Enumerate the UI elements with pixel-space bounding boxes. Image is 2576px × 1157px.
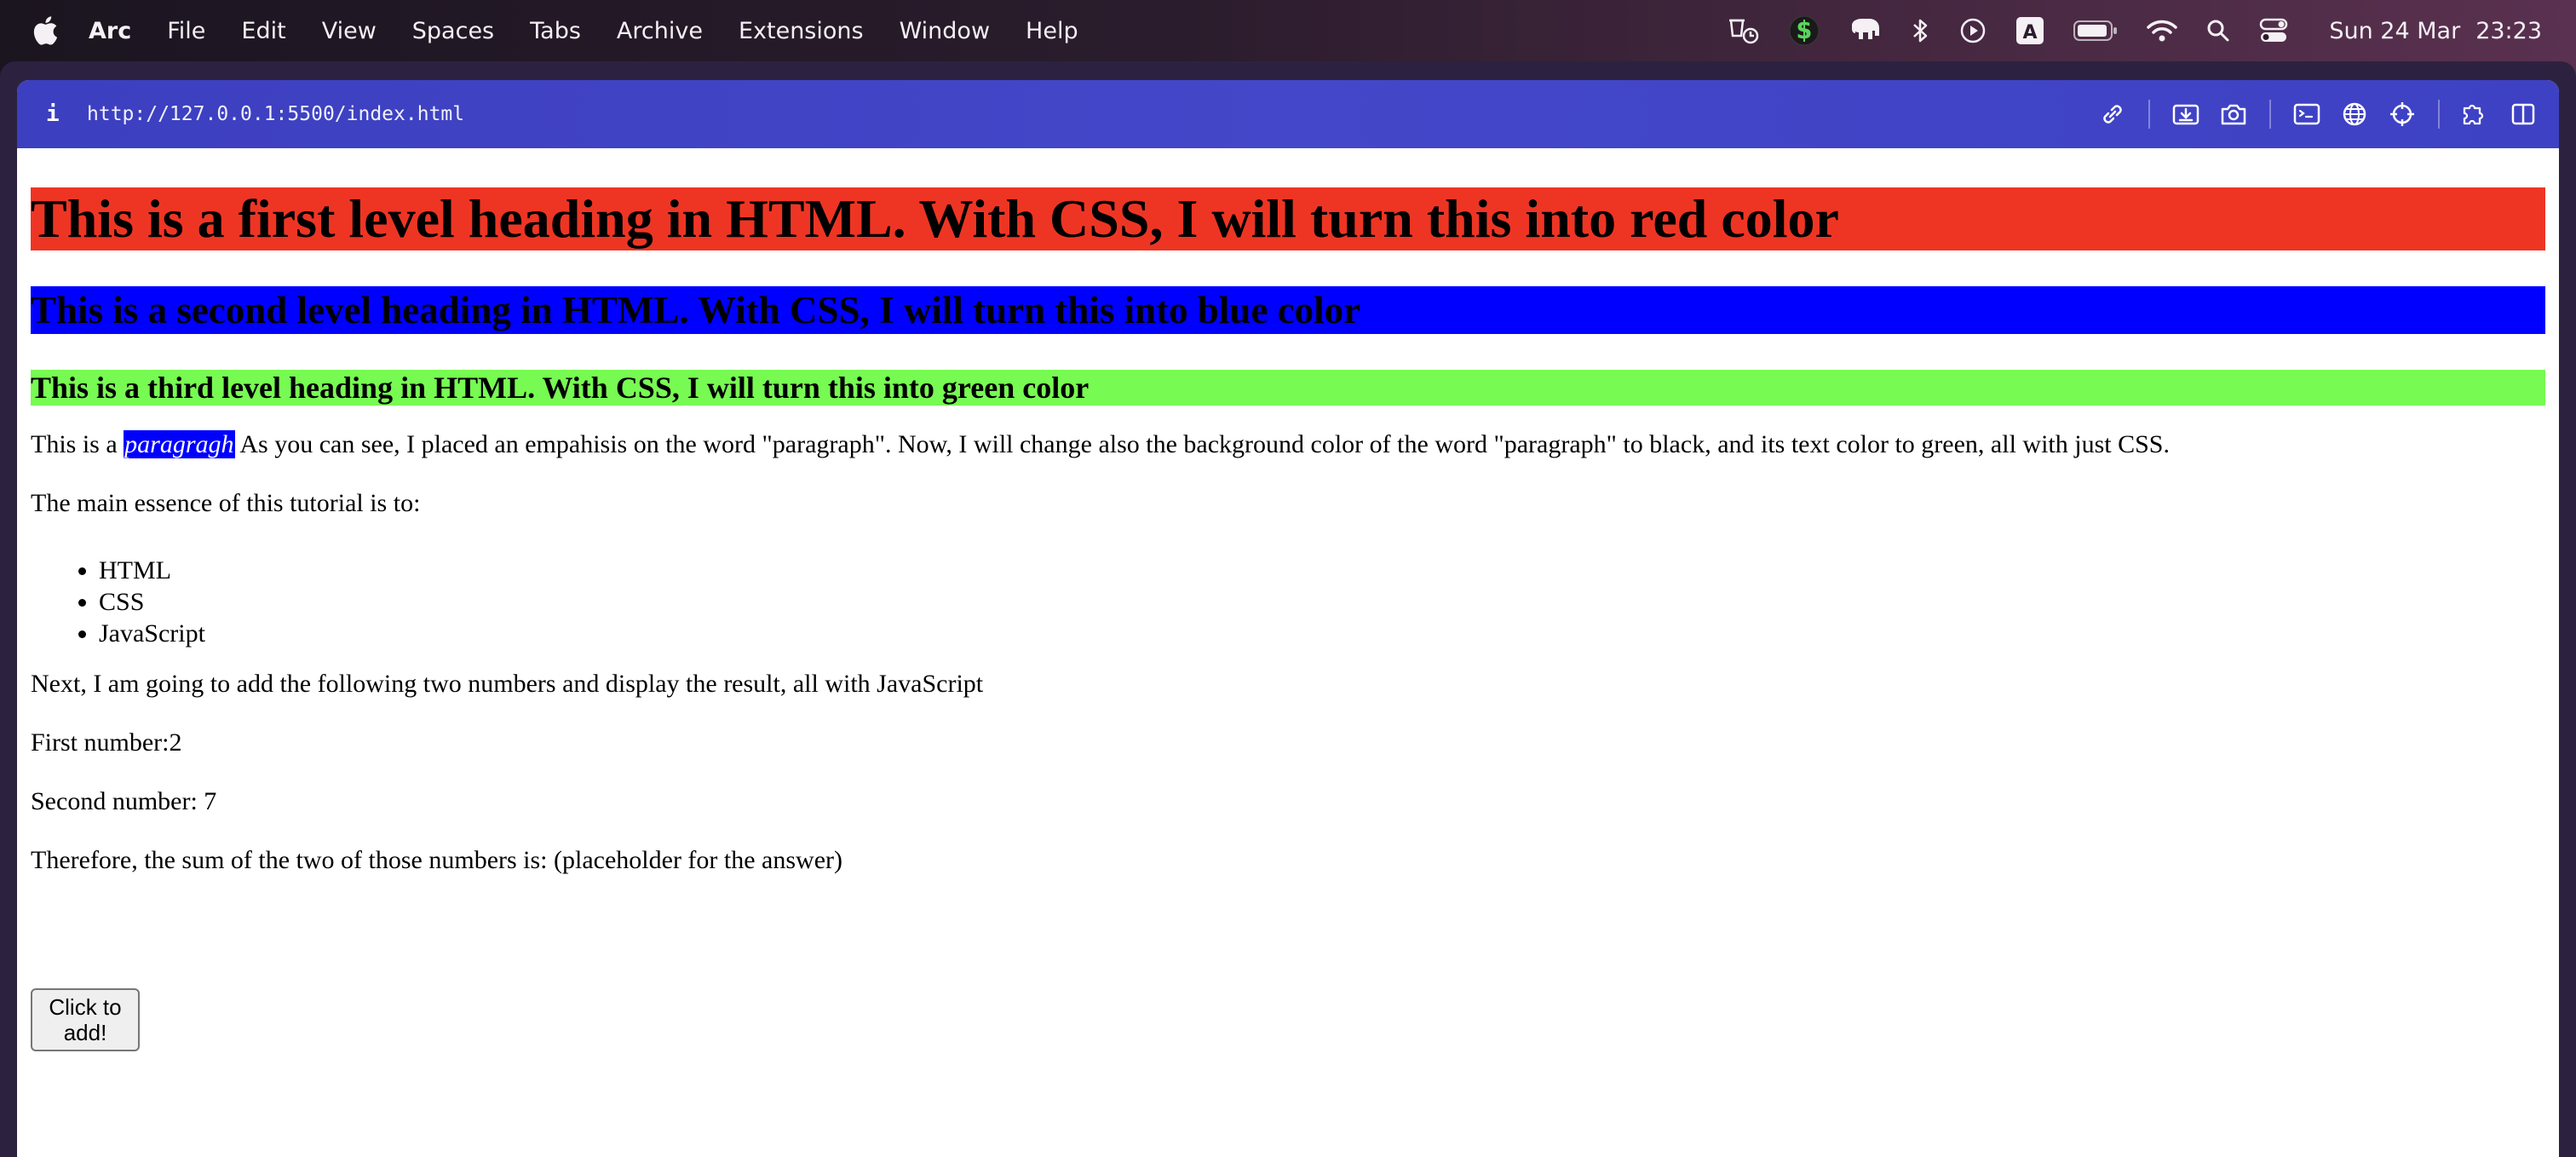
menu-file[interactable]: File <box>167 18 205 44</box>
toolbar-divider <box>2269 100 2271 129</box>
bluetooth-icon[interactable] <box>1912 17 1930 44</box>
toolbar-tools <box>2080 80 2539 148</box>
list-item: CSS <box>99 586 205 618</box>
next-paragraph: Next, I am going to add the following tw… <box>31 670 984 698</box>
menu-bar-clock[interactable]: Sun 24 Mar 23:23 <box>2314 18 2542 44</box>
play-icon[interactable] <box>1959 17 1987 44</box>
input-source-icon[interactable]: A <box>2015 16 2044 45</box>
battery-icon[interactable] <box>2073 20 2118 42</box>
elephant-icon[interactable] <box>1849 17 1883 44</box>
menu-window[interactable]: Window <box>900 18 990 44</box>
search-icon[interactable] <box>2206 19 2230 43</box>
menu-view[interactable]: View <box>322 18 377 44</box>
apple-icon[interactable] <box>32 16 63 45</box>
emphasized-word: paragragh <box>124 430 235 458</box>
download-icon[interactable] <box>2171 99 2201 130</box>
page-content: This is a first level heading in HTML. W… <box>17 148 2559 1157</box>
first-number-text: First number:2 <box>31 728 182 757</box>
menu-app-name[interactable]: Arc <box>89 18 131 44</box>
status-area: S A Sun 24 Mar 23:23 <box>1697 0 2542 61</box>
toolbar-divider <box>2148 100 2150 129</box>
svg-text:A: A <box>2023 22 2038 43</box>
browser-window: i http://127.0.0.1:5500/index.html This … <box>0 61 2576 1157</box>
menu-help[interactable]: Help <box>1026 18 1078 44</box>
list-item: HTML <box>99 555 205 586</box>
essence-paragraph: The main essence of this tutorial is to: <box>31 489 421 517</box>
url-field[interactable]: http://127.0.0.1:5500/index.html <box>87 103 464 125</box>
browser-toolbar: i http://127.0.0.1:5500/index.html <box>17 80 2559 148</box>
terminal-icon[interactable] <box>2291 99 2322 130</box>
menu-spaces[interactable]: Spaces <box>412 18 494 44</box>
wifi-icon[interactable] <box>2147 19 2178 43</box>
browser-frame: i http://127.0.0.1:5500/index.html This … <box>17 80 2559 1157</box>
crosshair-icon[interactable] <box>2387 99 2418 130</box>
list-item: JavaScript <box>99 618 205 649</box>
paragraph-text-after: As you can see, I placed an empahisis on… <box>234 430 2170 458</box>
site-info-icon[interactable]: i <box>46 101 72 127</box>
paragraph-text-before: This is a <box>31 430 124 458</box>
camera-icon[interactable] <box>2218 99 2249 130</box>
menu-archive[interactable]: Archive <box>617 18 703 44</box>
click-to-add-button[interactable]: Click to add! <box>31 988 140 1051</box>
menu-tabs[interactable]: Tabs <box>530 18 581 44</box>
menu-extensions[interactable]: Extensions <box>739 18 864 44</box>
globe-icon[interactable] <box>2339 99 2370 130</box>
focus-timer-icon[interactable] <box>1726 17 1760 44</box>
menu-edit[interactable]: Edit <box>241 18 285 44</box>
topic-list: HTML CSS JavaScript <box>31 555 205 649</box>
control-center-icon[interactable] <box>2259 18 2288 43</box>
second-number-text: Second number: 7 <box>31 787 217 815</box>
link-icon[interactable] <box>2097 99 2128 130</box>
dollar-app-icon[interactable]: S <box>1789 15 1820 46</box>
clock-date: Sun 24 Mar <box>2329 17 2461 44</box>
sidebar-icon[interactable] <box>2508 99 2539 130</box>
heading-level-2: This is a second level heading in HTML. … <box>31 286 2545 334</box>
sum-result-text: Therefore, the sum of the two of those n… <box>31 846 843 874</box>
extension-icon[interactable] <box>2460 99 2491 130</box>
heading-level-1: This is a first level heading in HTML. W… <box>31 187 2545 250</box>
intro-paragraph: This is a paragragh As you can see, I pl… <box>31 429 2170 460</box>
clock-time: 23:23 <box>2475 17 2542 44</box>
heading-level-3: This is a third level heading in HTML. W… <box>31 370 2545 406</box>
toolbar-divider <box>2438 100 2440 129</box>
menu-bar: Arc File Edit View Spaces Tabs Archive E… <box>0 0 2576 61</box>
